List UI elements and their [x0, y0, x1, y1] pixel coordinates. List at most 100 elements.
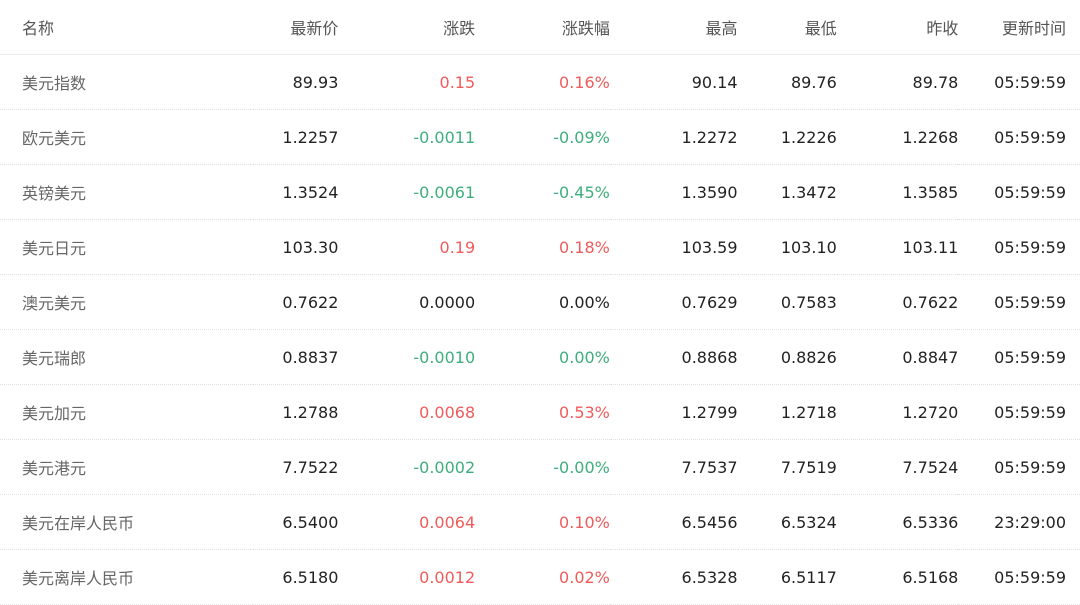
header-name[interactable]: 名称: [0, 0, 254, 55]
cell-last: 1.2257: [253, 109, 339, 165]
cell-name[interactable]: 美元加元: [0, 384, 254, 440]
cell-name[interactable]: 美元指数: [0, 54, 254, 110]
cell-change: 0.0064: [338, 494, 476, 550]
cell-low: 1.2226: [737, 109, 837, 165]
cell-low: 0.7583: [737, 274, 837, 330]
cell-prev-close: 6.5336: [836, 494, 959, 550]
cell-name[interactable]: 美元瑞郎: [0, 329, 254, 385]
cell-high: 90.14: [609, 54, 738, 110]
cell-low: 89.76: [737, 54, 837, 110]
table-body: 美元指数 89.93 0.15 0.16% 90.14 89.76 89.78 05:59:5…: [0, 54, 1080, 605]
cell-updated: 05:59:59: [958, 549, 1080, 605]
table-header: 名称 最新价 涨跌 涨跌幅 最高 最低 昨收 更新时间: [0, 0, 1080, 55]
fx-quote-table: 名称 最新价 涨跌 涨跌幅 最高 最低 昨收 更新时间 美元指数 89.93 0.1…: [0, 0, 1080, 605]
cell-high: 6.5328: [609, 549, 738, 605]
table-row[interactable]: 美元日元 103.30 0.19 0.18% 103.59 103.10 103.11 05:…: [0, 219, 1080, 275]
cell-high: 1.2272: [609, 109, 738, 165]
cell-change-pct: 0.00%: [475, 329, 610, 385]
cell-change-pct: 0.53%: [475, 384, 610, 440]
cell-low: 1.2718: [737, 384, 837, 440]
cell-updated: 05:59:59: [958, 329, 1080, 385]
cell-change-pct: -0.45%: [475, 164, 610, 220]
cell-prev-close: 103.11: [836, 219, 959, 275]
cell-name[interactable]: 欧元美元: [0, 109, 254, 165]
cell-prev-close: 7.7524: [836, 439, 959, 495]
cell-last: 1.2788: [253, 384, 339, 440]
header-updated[interactable]: 更新时间: [958, 0, 1080, 55]
cell-prev-close: 1.2268: [836, 109, 959, 165]
cell-updated: 23:29:00: [958, 494, 1080, 550]
table-row[interactable]: 澳元美元 0.7622 0.0000 0.00% 0.7629 0.7583 0.7622 0…: [0, 274, 1080, 330]
cell-low: 7.7519: [737, 439, 837, 495]
cell-last: 1.3524: [253, 164, 339, 220]
cell-updated: 05:59:59: [958, 109, 1080, 165]
cell-name[interactable]: 英镑美元: [0, 164, 254, 220]
header-last[interactable]: 最新价: [253, 0, 339, 55]
cell-change-pct: 0.10%: [475, 494, 610, 550]
cell-change-pct: 0.16%: [475, 54, 610, 110]
cell-prev-close: 1.3585: [836, 164, 959, 220]
cell-high: 7.7537: [609, 439, 738, 495]
cell-low: 6.5117: [737, 549, 837, 605]
table-row[interactable]: 美元离岸人民币 6.5180 0.0012 0.02% 6.5328 6.5117 6.51…: [0, 549, 1080, 605]
cell-change: -0.0010: [338, 329, 476, 385]
cell-name[interactable]: 澳元美元: [0, 274, 254, 330]
table-row[interactable]: 英镑美元 1.3524 -0.0061 -0.45% 1.3590 1.3472 1.358…: [0, 164, 1080, 220]
cell-change: -0.0061: [338, 164, 476, 220]
cell-high: 1.3590: [609, 164, 738, 220]
cell-change: -0.0002: [338, 439, 476, 495]
cell-prev-close: 89.78: [836, 54, 959, 110]
cell-high: 0.8868: [609, 329, 738, 385]
cell-high: 6.5456: [609, 494, 738, 550]
cell-prev-close: 1.2720: [836, 384, 959, 440]
cell-updated: 05:59:59: [958, 439, 1080, 495]
cell-prev-close: 0.8847: [836, 329, 959, 385]
cell-change: 0.15: [338, 54, 476, 110]
cell-low: 6.5324: [737, 494, 837, 550]
cell-change: 0.0068: [338, 384, 476, 440]
header-change-pct[interactable]: 涨跌幅: [475, 0, 610, 55]
cell-high: 1.2799: [609, 384, 738, 440]
cell-last: 0.8837: [253, 329, 339, 385]
cell-change-pct: 0.02%: [475, 549, 610, 605]
cell-change-pct: -0.09%: [475, 109, 610, 165]
table-row[interactable]: 美元指数 89.93 0.15 0.16% 90.14 89.76 89.78 05:59:5…: [0, 54, 1080, 110]
header-low[interactable]: 最低: [737, 0, 837, 55]
header-change[interactable]: 涨跌: [338, 0, 476, 55]
cell-name[interactable]: 美元港元: [0, 439, 254, 495]
table-row[interactable]: 欧元美元 1.2257 -0.0011 -0.09% 1.2272 1.2226 1.226…: [0, 109, 1080, 165]
cell-last: 7.7522: [253, 439, 339, 495]
cell-last: 6.5180: [253, 549, 339, 605]
cell-low: 103.10: [737, 219, 837, 275]
cell-name[interactable]: 美元离岸人民币: [0, 549, 254, 605]
cell-last: 89.93: [253, 54, 339, 110]
header-high[interactable]: 最高: [609, 0, 738, 55]
cell-updated: 05:59:59: [958, 274, 1080, 330]
cell-updated: 05:59:59: [958, 384, 1080, 440]
cell-change: 0.0000: [338, 274, 476, 330]
cell-change-pct: 0.00%: [475, 274, 610, 330]
cell-name[interactable]: 美元日元: [0, 219, 254, 275]
table-row[interactable]: 美元在岸人民币 6.5400 0.0064 0.10% 6.5456 6.5324 6.53…: [0, 494, 1080, 550]
cell-updated: 05:59:59: [958, 164, 1080, 220]
cell-prev-close: 0.7622: [836, 274, 959, 330]
cell-updated: 05:59:59: [958, 219, 1080, 275]
table-row[interactable]: 美元港元 7.7522 -0.0002 -0.00% 7.7537 7.7519 7.752…: [0, 439, 1080, 495]
cell-last: 103.30: [253, 219, 339, 275]
header-prev-close[interactable]: 昨收: [836, 0, 959, 55]
cell-change: 0.0012: [338, 549, 476, 605]
table-row[interactable]: 美元加元 1.2788 0.0068 0.53% 1.2799 1.2718 1.2720 0…: [0, 384, 1080, 440]
cell-change: 0.19: [338, 219, 476, 275]
cell-last: 6.5400: [253, 494, 339, 550]
cell-change-pct: 0.18%: [475, 219, 610, 275]
cell-high: 103.59: [609, 219, 738, 275]
cell-high: 0.7629: [609, 274, 738, 330]
cell-updated: 05:59:59: [958, 54, 1080, 110]
cell-change: -0.0011: [338, 109, 476, 165]
cell-prev-close: 6.5168: [836, 549, 959, 605]
table-row[interactable]: 美元瑞郎 0.8837 -0.0010 0.00% 0.8868 0.8826 0.8847…: [0, 329, 1080, 385]
cell-low: 1.3472: [737, 164, 837, 220]
cell-last: 0.7622: [253, 274, 339, 330]
cell-name[interactable]: 美元在岸人民币: [0, 494, 254, 550]
cell-low: 0.8826: [737, 329, 837, 385]
